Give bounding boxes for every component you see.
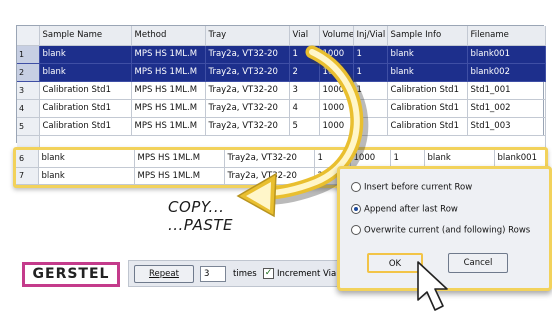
mouse-pointer-icon — [417, 261, 448, 311]
screenshot-stage: Sample Name Method Tray Vial Volume Inj/… — [0, 0, 552, 323]
